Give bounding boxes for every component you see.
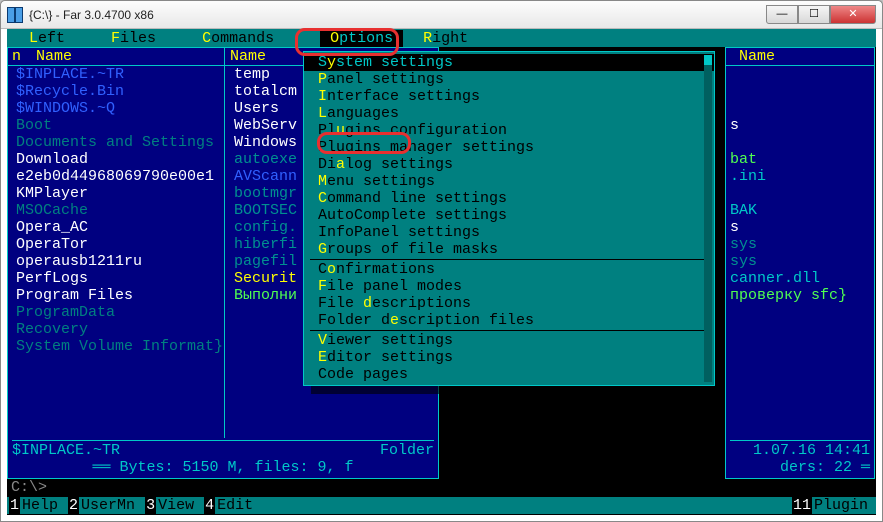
dropdown-item[interactable]: Editor settings <box>304 349 714 366</box>
left-panel-footer: $INPLACE.~TRFolder ══ Bytes: 5150 M, fil… <box>12 440 434 476</box>
dropdown-item[interactable]: AutoComplete settings <box>304 207 714 224</box>
file-item[interactable]: e2eb0d44968069790e00e1 <box>16 168 216 185</box>
dropdown-item[interactable]: Plugins configuration <box>304 122 714 139</box>
dropdown-item[interactable]: File descriptions <box>304 295 714 312</box>
fkey-edit[interactable]: Edit <box>215 497 261 514</box>
minimize-button[interactable]: — <box>766 5 798 24</box>
menubar[interactable]: Left Files Commands Options Right <box>7 29 876 47</box>
file-item[interactable]: sys <box>730 253 757 270</box>
dropdown-scrollbar[interactable] <box>704 55 712 382</box>
file-item[interactable]: проверку sfc} <box>730 287 847 304</box>
right-panel-footer: 1.07.16 14:41 ders: 22 ═ <box>730 440 870 476</box>
fkey-help[interactable]: Help <box>20 497 66 514</box>
dropdown-item[interactable]: Folder description files <box>304 312 714 329</box>
file-item[interactable]: s <box>730 219 739 236</box>
fkey-usermn[interactable]: UserMn <box>79 497 143 514</box>
file-item[interactable]: PerfLogs <box>16 270 216 287</box>
dropdown-item[interactable]: Groups of file masks <box>304 241 714 258</box>
file-item[interactable]: Program Files <box>16 287 216 304</box>
file-item[interactable]: hiberfi <box>234 236 306 253</box>
file-item[interactable]: WebServ <box>234 117 306 134</box>
file-item[interactable]: sys <box>730 236 757 253</box>
file-item[interactable]: totalcm <box>234 83 306 100</box>
dropdown-item[interactable]: Code pages <box>304 366 714 383</box>
file-item[interactable]: Securit <box>234 270 306 287</box>
fkey-view[interactable]: View <box>156 497 202 514</box>
file-item[interactable]: KMPlayer <box>16 185 216 202</box>
menu-eft[interactable]: Left <box>29 30 83 47</box>
app-icon <box>7 7 23 23</box>
file-item[interactable]: Windows <box>234 134 306 151</box>
file-item[interactable]: $WINDOWS.~Q <box>16 100 216 117</box>
fkey-num: 1 <box>9 497 20 514</box>
dropdown-item[interactable]: Viewer settings <box>304 332 714 349</box>
options-dropdown[interactable]: System settingsPanel settingsInterface s… <box>303 51 715 386</box>
right-panel[interactable]: Name sbat.iniBAKssyssyscanner.dllпроверк… <box>725 47 875 479</box>
menu-iles[interactable]: Files <box>111 30 174 47</box>
file-item[interactable]: Documents and Settings <box>16 134 216 151</box>
file-item[interactable]: Users <box>234 100 306 117</box>
fkey-num: 11 <box>792 497 812 514</box>
file-item[interactable]: MSOCache <box>16 202 216 219</box>
dropdown-item[interactable]: Plugins manager settings <box>304 139 714 156</box>
file-item[interactable]: System Volume Informat} <box>16 338 216 355</box>
file-item[interactable]: bootmgr <box>234 185 306 202</box>
right-panel-header: Name <box>726 48 874 66</box>
fkey-plugin[interactable]: Plugin <box>812 497 876 514</box>
window-title: {C:\} - Far 3.0.4700 x86 <box>29 8 766 22</box>
fkey-num: 2 <box>68 497 79 514</box>
file-item[interactable]: AVScann <box>234 168 306 185</box>
file-item[interactable]: operausb1211ru <box>16 253 216 270</box>
file-item[interactable]: autoexe <box>234 151 306 168</box>
file-item[interactable]: Download <box>16 151 216 168</box>
maximize-button[interactable]: ☐ <box>798 5 830 24</box>
file-item[interactable]: $Recycle.Bin <box>16 83 216 100</box>
dropdown-item[interactable]: Confirmations <box>304 261 714 278</box>
file-item[interactable]: .ini <box>730 168 766 185</box>
file-item[interactable]: BOOTSEC <box>234 202 306 219</box>
dropdown-item[interactable]: Languages <box>304 105 714 122</box>
fkey-num: 3 <box>145 497 156 514</box>
menu-ptions[interactable]: Options <box>320 30 403 47</box>
file-item[interactable]: bat <box>730 151 757 168</box>
file-item[interactable]: $INPLACE.~TR <box>16 66 216 83</box>
dropdown-item[interactable]: Dialog settings <box>304 156 714 173</box>
dropdown-item[interactable]: Command line settings <box>304 190 714 207</box>
dropdown-item[interactable]: Interface settings <box>304 88 714 105</box>
file-item[interactable]: s <box>730 117 739 134</box>
file-item[interactable]: BAK <box>730 202 757 219</box>
dropdown-item[interactable]: File panel modes <box>304 278 714 295</box>
file-item[interactable]: pagefil <box>234 253 306 270</box>
menu-ight[interactable]: Right <box>423 30 486 47</box>
file-item[interactable]: OperaTor <box>16 236 216 253</box>
file-item[interactable]: config. <box>234 219 306 236</box>
fkey-num: 4 <box>204 497 215 514</box>
file-item[interactable]: Boot <box>16 117 216 134</box>
keybar[interactable]: 1Help2UserMn3View4Edit 11Plugin <box>7 497 876 514</box>
file-item[interactable]: ProgramData <box>16 304 216 321</box>
file-item[interactable]: temp <box>234 66 306 83</box>
dropdown-item[interactable]: Panel settings <box>304 71 714 88</box>
file-item[interactable]: Recovery <box>16 321 216 338</box>
dropdown-item[interactable]: System settings <box>304 54 714 71</box>
file-item[interactable]: Выполни <box>234 287 306 304</box>
dropdown-item[interactable]: Menu settings <box>304 173 714 190</box>
command-line[interactable]: C:\> <box>7 479 876 497</box>
file-item[interactable]: Opera_AC <box>16 219 216 236</box>
close-button[interactable]: ✕ <box>830 5 876 24</box>
titlebar[interactable]: {C:\} - Far 3.0.4700 x86 — ☐ ✕ <box>1 1 882 29</box>
menu-ommands[interactable]: Commands <box>202 30 292 47</box>
dropdown-item[interactable]: InfoPanel settings <box>304 224 714 241</box>
app-window: {C:\} - Far 3.0.4700 x86 — ☐ ✕ Left Files… <box>0 0 883 522</box>
file-item[interactable]: canner.dll <box>730 270 820 287</box>
